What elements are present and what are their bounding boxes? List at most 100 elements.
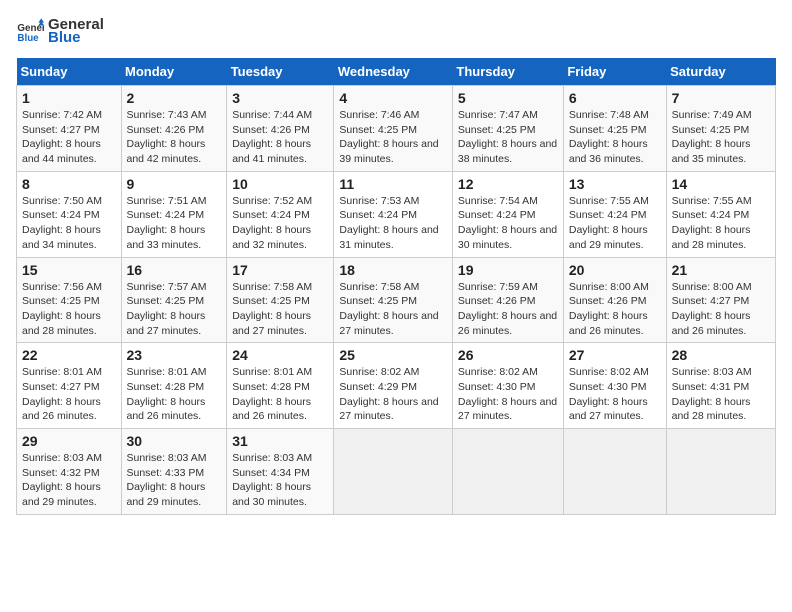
empty-cell bbox=[334, 429, 453, 515]
sunrise-label: Sunrise: 8:02 AM bbox=[458, 366, 538, 378]
daylight-label: Daylight: 8 hours and 27 minutes. bbox=[569, 396, 648, 423]
day-number: 6 bbox=[569, 90, 661, 106]
logo-icon: General Blue bbox=[16, 17, 44, 45]
day-number: 22 bbox=[22, 347, 116, 363]
day-info: Sunrise: 7:55 AM Sunset: 4:24 PM Dayligh… bbox=[672, 194, 770, 253]
sunrise-label: Sunrise: 7:58 AM bbox=[339, 281, 419, 293]
day-info: Sunrise: 7:43 AM Sunset: 4:26 PM Dayligh… bbox=[127, 108, 222, 167]
calendar-table: SundayMondayTuesdayWednesdayThursdayFrid… bbox=[16, 58, 776, 515]
sunset-label: Sunset: 4:33 PM bbox=[127, 467, 205, 479]
calendar-day-10: 10 Sunrise: 7:52 AM Sunset: 4:24 PM Dayl… bbox=[227, 171, 334, 257]
empty-cell bbox=[563, 429, 666, 515]
sunset-label: Sunset: 4:25 PM bbox=[22, 295, 100, 307]
sunrise-label: Sunrise: 8:03 AM bbox=[232, 452, 312, 464]
day-number: 12 bbox=[458, 176, 558, 192]
daylight-label: Daylight: 8 hours and 26 minutes. bbox=[458, 310, 557, 337]
sunrise-label: Sunrise: 7:59 AM bbox=[458, 281, 538, 293]
calendar-day-20: 20 Sunrise: 8:00 AM Sunset: 4:26 PM Dayl… bbox=[563, 257, 666, 343]
daylight-label: Daylight: 8 hours and 29 minutes. bbox=[22, 481, 101, 508]
day-info: Sunrise: 7:48 AM Sunset: 4:25 PM Dayligh… bbox=[569, 108, 661, 167]
day-info: Sunrise: 7:58 AM Sunset: 4:25 PM Dayligh… bbox=[232, 280, 328, 339]
daylight-label: Daylight: 8 hours and 38 minutes. bbox=[458, 138, 557, 165]
day-info: Sunrise: 7:59 AM Sunset: 4:26 PM Dayligh… bbox=[458, 280, 558, 339]
sunset-label: Sunset: 4:27 PM bbox=[672, 295, 750, 307]
sunrise-label: Sunrise: 7:50 AM bbox=[22, 195, 102, 207]
calendar-day-1: 1 Sunrise: 7:42 AM Sunset: 4:27 PM Dayli… bbox=[17, 86, 122, 172]
sunrise-label: Sunrise: 7:51 AM bbox=[127, 195, 207, 207]
sunset-label: Sunset: 4:25 PM bbox=[339, 295, 417, 307]
daylight-label: Daylight: 8 hours and 29 minutes. bbox=[127, 481, 206, 508]
daylight-label: Daylight: 8 hours and 26 minutes. bbox=[22, 396, 101, 423]
calendar-day-12: 12 Sunrise: 7:54 AM Sunset: 4:24 PM Dayl… bbox=[452, 171, 563, 257]
day-number: 29 bbox=[22, 433, 116, 449]
sunrise-label: Sunrise: 7:58 AM bbox=[232, 281, 312, 293]
empty-cell bbox=[452, 429, 563, 515]
calendar-day-22: 22 Sunrise: 8:01 AM Sunset: 4:27 PM Dayl… bbox=[17, 343, 122, 429]
calendar-day-26: 26 Sunrise: 8:02 AM Sunset: 4:30 PM Dayl… bbox=[452, 343, 563, 429]
calendar-week-3: 15 Sunrise: 7:56 AM Sunset: 4:25 PM Dayl… bbox=[17, 257, 776, 343]
daylight-label: Daylight: 8 hours and 34 minutes. bbox=[22, 224, 101, 251]
sunrise-label: Sunrise: 7:49 AM bbox=[672, 109, 752, 121]
sunset-label: Sunset: 4:25 PM bbox=[127, 295, 205, 307]
day-info: Sunrise: 8:02 AM Sunset: 4:30 PM Dayligh… bbox=[458, 365, 558, 424]
day-info: Sunrise: 7:42 AM Sunset: 4:27 PM Dayligh… bbox=[22, 108, 116, 167]
sunset-label: Sunset: 4:25 PM bbox=[232, 295, 310, 307]
sunrise-label: Sunrise: 8:03 AM bbox=[22, 452, 102, 464]
daylight-label: Daylight: 8 hours and 27 minutes. bbox=[127, 310, 206, 337]
sunrise-label: Sunrise: 8:00 AM bbox=[569, 281, 649, 293]
sunset-label: Sunset: 4:24 PM bbox=[22, 209, 100, 221]
day-info: Sunrise: 7:49 AM Sunset: 4:25 PM Dayligh… bbox=[672, 108, 770, 167]
day-info: Sunrise: 8:01 AM Sunset: 4:28 PM Dayligh… bbox=[232, 365, 328, 424]
sunset-label: Sunset: 4:24 PM bbox=[672, 209, 750, 221]
day-number: 4 bbox=[339, 90, 447, 106]
day-info: Sunrise: 7:57 AM Sunset: 4:25 PM Dayligh… bbox=[127, 280, 222, 339]
sunset-label: Sunset: 4:26 PM bbox=[127, 124, 205, 136]
sunset-label: Sunset: 4:24 PM bbox=[339, 209, 417, 221]
day-number: 2 bbox=[127, 90, 222, 106]
sunset-label: Sunset: 4:30 PM bbox=[458, 381, 536, 393]
sunrise-label: Sunrise: 8:02 AM bbox=[339, 366, 419, 378]
sunrise-label: Sunrise: 7:56 AM bbox=[22, 281, 102, 293]
day-number: 18 bbox=[339, 262, 447, 278]
calendar-day-30: 30 Sunrise: 8:03 AM Sunset: 4:33 PM Dayl… bbox=[121, 429, 227, 515]
calendar-body: 1 Sunrise: 7:42 AM Sunset: 4:27 PM Dayli… bbox=[17, 86, 776, 515]
sunrise-label: Sunrise: 7:52 AM bbox=[232, 195, 312, 207]
daylight-label: Daylight: 8 hours and 30 minutes. bbox=[232, 481, 311, 508]
sunset-label: Sunset: 4:27 PM bbox=[22, 124, 100, 136]
day-number: 5 bbox=[458, 90, 558, 106]
day-number: 23 bbox=[127, 347, 222, 363]
calendar-header-friday: Friday bbox=[563, 58, 666, 86]
calendar-header-thursday: Thursday bbox=[452, 58, 563, 86]
calendar-day-24: 24 Sunrise: 8:01 AM Sunset: 4:28 PM Dayl… bbox=[227, 343, 334, 429]
calendar-header-monday: Monday bbox=[121, 58, 227, 86]
day-info: Sunrise: 7:53 AM Sunset: 4:24 PM Dayligh… bbox=[339, 194, 447, 253]
daylight-label: Daylight: 8 hours and 31 minutes. bbox=[339, 224, 438, 251]
sunset-label: Sunset: 4:26 PM bbox=[569, 295, 647, 307]
sunrise-label: Sunrise: 7:55 AM bbox=[569, 195, 649, 207]
day-info: Sunrise: 7:52 AM Sunset: 4:24 PM Dayligh… bbox=[232, 194, 328, 253]
sunrise-label: Sunrise: 7:42 AM bbox=[22, 109, 102, 121]
calendar-header-tuesday: Tuesday bbox=[227, 58, 334, 86]
calendar-day-17: 17 Sunrise: 7:58 AM Sunset: 4:25 PM Dayl… bbox=[227, 257, 334, 343]
sunrise-label: Sunrise: 7:53 AM bbox=[339, 195, 419, 207]
calendar-day-4: 4 Sunrise: 7:46 AM Sunset: 4:25 PM Dayli… bbox=[334, 86, 453, 172]
day-number: 13 bbox=[569, 176, 661, 192]
day-number: 10 bbox=[232, 176, 328, 192]
day-info: Sunrise: 7:54 AM Sunset: 4:24 PM Dayligh… bbox=[458, 194, 558, 253]
daylight-label: Daylight: 8 hours and 44 minutes. bbox=[22, 138, 101, 165]
sunset-label: Sunset: 4:24 PM bbox=[569, 209, 647, 221]
daylight-label: Daylight: 8 hours and 27 minutes. bbox=[339, 396, 438, 423]
day-number: 26 bbox=[458, 347, 558, 363]
day-info: Sunrise: 8:01 AM Sunset: 4:27 PM Dayligh… bbox=[22, 365, 116, 424]
day-number: 31 bbox=[232, 433, 328, 449]
daylight-label: Daylight: 8 hours and 28 minutes. bbox=[672, 224, 751, 251]
calendar-day-7: 7 Sunrise: 7:49 AM Sunset: 4:25 PM Dayli… bbox=[666, 86, 775, 172]
daylight-label: Daylight: 8 hours and 26 minutes. bbox=[232, 396, 311, 423]
daylight-label: Daylight: 8 hours and 28 minutes. bbox=[22, 310, 101, 337]
day-info: Sunrise: 8:03 AM Sunset: 4:34 PM Dayligh… bbox=[232, 451, 328, 510]
daylight-label: Daylight: 8 hours and 42 minutes. bbox=[127, 138, 206, 165]
sunset-label: Sunset: 4:25 PM bbox=[672, 124, 750, 136]
daylight-label: Daylight: 8 hours and 27 minutes. bbox=[232, 310, 311, 337]
day-info: Sunrise: 8:00 AM Sunset: 4:27 PM Dayligh… bbox=[672, 280, 770, 339]
calendar-day-2: 2 Sunrise: 7:43 AM Sunset: 4:26 PM Dayli… bbox=[121, 86, 227, 172]
